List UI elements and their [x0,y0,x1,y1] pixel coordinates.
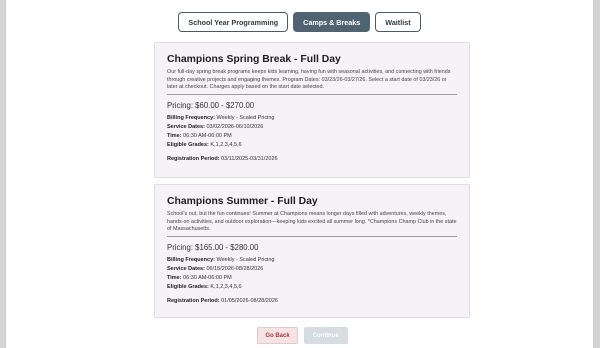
billing-frequency-label: Billing Frequency: [167,256,215,263]
program-card-summer[interactable]: Champions Summer - Full Day School's out… [154,184,470,318]
billing-frequency-label: Billing Frequency: [167,114,215,121]
tab-waitlist[interactable]: Waitlist [375,12,421,32]
program-time-label: Time: [167,133,182,140]
program-time: Time: 06:30 AM-06:00 PM [167,274,457,283]
program-pricing: Pricing: $165.00 - $280.00 [167,242,259,252]
service-dates-value: 03/02/2026-06/10/2026 [206,123,264,130]
program-title: Champions Summer - Full Day [167,196,318,207]
program-description: Our full-day spring break programs keeps… [167,69,451,91]
billing-frequency-value: Weekly - Scaled Pricing [216,256,275,263]
continue-button[interactable]: Continue [303,327,348,344]
divider [167,93,457,95]
eligible-grades-value: K,1,2,3,4,5,6 [210,142,242,149]
program-time: Time: 06:30 AM-06:00 PM [167,132,457,141]
eligible-grades: Eligible Grades: K,1,2,3,4,5,6 [167,283,457,292]
registration-period-value: 03/11/2025-03/31/2026 [221,155,278,162]
go-back-button[interactable]: Go Back [257,327,298,344]
program-card-spring-break[interactable]: Champions Spring Break - Full Day Our fu… [154,42,470,178]
eligible-grades-label: Eligible Grades: [167,142,209,149]
program-time-label: Time: [167,275,182,282]
divider [167,235,457,237]
service-dates: Service Dates: 06/15/2026-08/28/2026 [167,265,457,274]
billing-frequency-value: Weekly - Scaled Pricing [216,114,275,121]
service-dates-value: 06/15/2026-08/28/2026 [206,265,264,272]
program-pricing: Pricing: $60.00 - $270.00 [167,100,255,110]
registration-period: Registration Period: 03/11/2025-03/31/20… [167,155,457,164]
program-tabs: School Year Programming Camps & Breaks W… [6,12,593,32]
eligible-grades-value: K,1,2,3,4,5,6 [210,284,242,291]
billing-frequency: Billing Frequency: Weekly - Scaled Prici… [167,256,457,265]
registration-period-label: Registration Period: [167,155,220,162]
service-dates: Service Dates: 03/02/2026-06/10/2026 [167,123,457,132]
page-frame: School Year Programming Camps & Breaks W… [5,0,594,348]
program-time-value: 06:30 AM-06:00 PM [183,275,232,282]
billing-frequency: Billing Frequency: Weekly - Scaled Prici… [167,114,457,123]
tab-school-year-programming[interactable]: School Year Programming [178,12,289,32]
registration-period-value: 01/05/2026-08/28/2026 [221,297,278,304]
program-title: Champions Spring Break - Full Day [167,54,341,65]
registration-period: Registration Period: 01/05/2026-08/28/20… [167,297,457,306]
eligible-grades-label: Eligible Grades: [167,284,209,291]
registration-period-label: Registration Period: [167,297,220,304]
tab-camps-and-breaks[interactable]: Camps & Breaks [293,12,371,32]
service-dates-label: Service Dates: [167,265,205,272]
program-description: School's out, but the fun continues! Sum… [167,211,457,233]
program-time-value: 06:30 AM-06:00 PM [183,133,232,140]
action-bar: Go Back Continue [6,327,593,344]
eligible-grades: Eligible Grades: K,1,2,3,4,5,6 [167,141,457,150]
service-dates-label: Service Dates: [167,123,205,130]
